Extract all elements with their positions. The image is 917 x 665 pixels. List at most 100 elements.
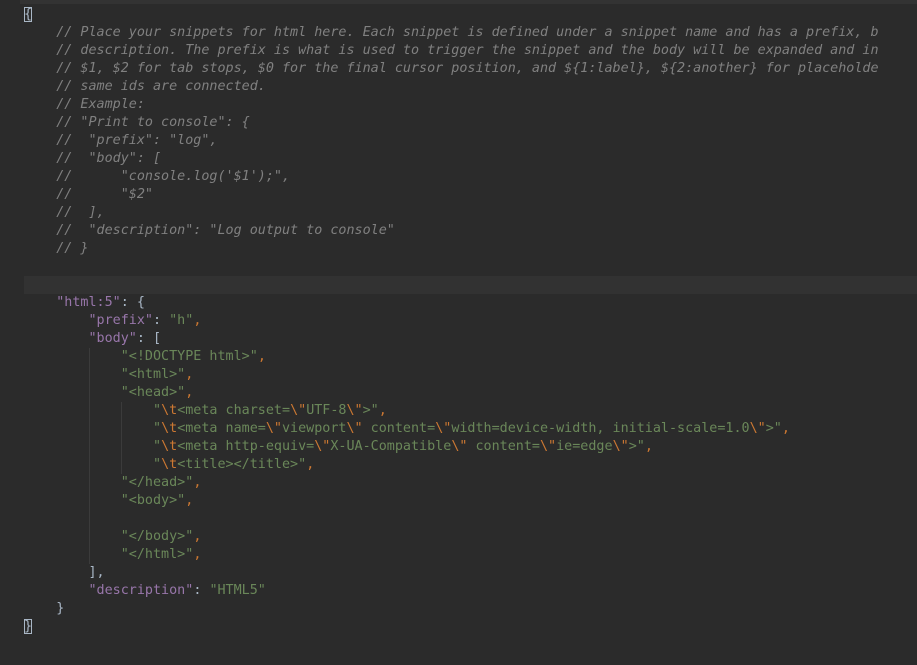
code-line[interactable]: "\t<meta charset=\"UTF-8\">", (24, 402, 917, 420)
code-token: "<body>" (120, 493, 186, 508)
code-token: viewport (282, 421, 347, 436)
code-token: " (153, 439, 162, 454)
code-line[interactable]: "html:5": { (24, 294, 917, 312)
code-token: , (306, 457, 315, 472)
code-token: } (24, 601, 65, 616)
code-token: <meta charset= (177, 403, 291, 418)
code-line[interactable]: "</html>", (24, 546, 917, 564)
code-line[interactable]: // "$2" (24, 186, 917, 204)
code-token: \" (346, 403, 363, 418)
code-line[interactable]: "description": "HTML5" (24, 582, 917, 600)
code-line[interactable]: "<!DOCTYPE html>", (24, 348, 917, 366)
code-line[interactable]: // $1, $2 for tab stops, $0 for the fina… (24, 60, 917, 78)
code-line[interactable]: { (24, 6, 917, 24)
code-token: , (644, 439, 653, 454)
code-token: // description. The prefix is what is us… (56, 43, 879, 58)
code-line[interactable]: // "Print to console": { (24, 114, 917, 132)
code-line[interactable]: // same ids are connected. (24, 78, 917, 96)
code-line[interactable]: "\t<meta http-equiv=\"X-UA-Compatible\" … (24, 438, 917, 456)
code-token: "prefix" (88, 313, 154, 328)
code-token: // "description": "Log output to console… (56, 223, 395, 238)
code-line[interactable]: "body": [ (24, 330, 917, 348)
code-token: ie=edge (556, 439, 613, 454)
code-line[interactable]: // } (24, 240, 917, 258)
code-token: , (193, 547, 202, 562)
code-line[interactable]: // Place your snippets for html here. Ea… (24, 24, 917, 42)
code-line[interactable] (24, 510, 917, 528)
code-line[interactable]: // "description": "Log output to console… (24, 222, 917, 240)
code-line[interactable]: "<head>", (24, 384, 917, 402)
code-line[interactable]: // ], (24, 204, 917, 222)
code-line[interactable]: "</head>", (24, 474, 917, 492)
code-token: // } (56, 241, 89, 256)
code-token: // ], (56, 205, 105, 220)
code-token: X-UA-Compatible (330, 439, 452, 454)
code-line[interactable]: // "prefix": "log", (24, 132, 917, 150)
code-line[interactable]: // "console.log('$1');", (24, 168, 917, 186)
code-token: "description" (88, 583, 194, 598)
code-line[interactable]: "<html>", (24, 366, 917, 384)
code-line[interactable]: // Example: (24, 96, 917, 114)
matched-brace: } (24, 619, 33, 634)
code-token: "</head>" (120, 475, 194, 490)
code-token: >" (362, 403, 379, 418)
code-area[interactable]: { // Place your snippets for html here. … (24, 6, 917, 636)
code-token: content= (362, 421, 436, 436)
code-editor[interactable]: { // Place your snippets for html here. … (0, 0, 917, 665)
code-token: // "Print to console": { (56, 115, 250, 130)
code-token: <meta http-equiv= (177, 439, 315, 454)
code-token: " (153, 457, 162, 472)
code-token: : (153, 313, 170, 328)
code-line[interactable]: "\t<title></title>", (24, 456, 917, 474)
code-line[interactable] (24, 258, 917, 276)
code-line[interactable]: "prefix": "h", (24, 312, 917, 330)
code-token: \" (346, 421, 363, 436)
code-line[interactable]: // "body": [ (24, 150, 917, 168)
code-line[interactable]: } (24, 618, 917, 636)
code-line[interactable]: "\t<meta name=\"viewport\" content=\"wid… (24, 420, 917, 438)
code-token: // "$2" (56, 187, 153, 202)
editor-tab-strip (0, 0, 917, 4)
code-token: width=device-width, initial-scale=1.0 (451, 421, 750, 436)
code-token: : [ (136, 331, 162, 346)
code-token: " (153, 421, 162, 436)
code-token: <title></title>" (177, 457, 307, 472)
code-line[interactable]: "<body>", (24, 492, 917, 510)
code-line[interactable]: "</body>", (24, 528, 917, 546)
code-token: "<html>" (120, 367, 186, 382)
code-token: \t (161, 439, 178, 454)
code-token: \t (161, 421, 178, 436)
code-token: " (153, 403, 162, 418)
code-token: // Place your snippets for html here. Ea… (56, 25, 879, 40)
code-token: \" (612, 439, 629, 454)
code-token: \" (290, 403, 307, 418)
code-token: , (781, 421, 790, 436)
code-line[interactable] (24, 276, 917, 294)
code-token: >" (765, 421, 782, 436)
code-token: , (193, 475, 202, 490)
code-line[interactable]: } (24, 600, 917, 618)
code-token: >" (628, 439, 645, 454)
code-token: \" (435, 421, 452, 436)
code-token: "</html>" (120, 547, 194, 562)
code-line[interactable]: // description. The prefix is what is us… (24, 42, 917, 60)
code-token: \" (451, 439, 468, 454)
code-token: // same ids are connected. (56, 79, 266, 94)
code-token: content= (467, 439, 540, 454)
code-line[interactable]: ], (24, 564, 917, 582)
